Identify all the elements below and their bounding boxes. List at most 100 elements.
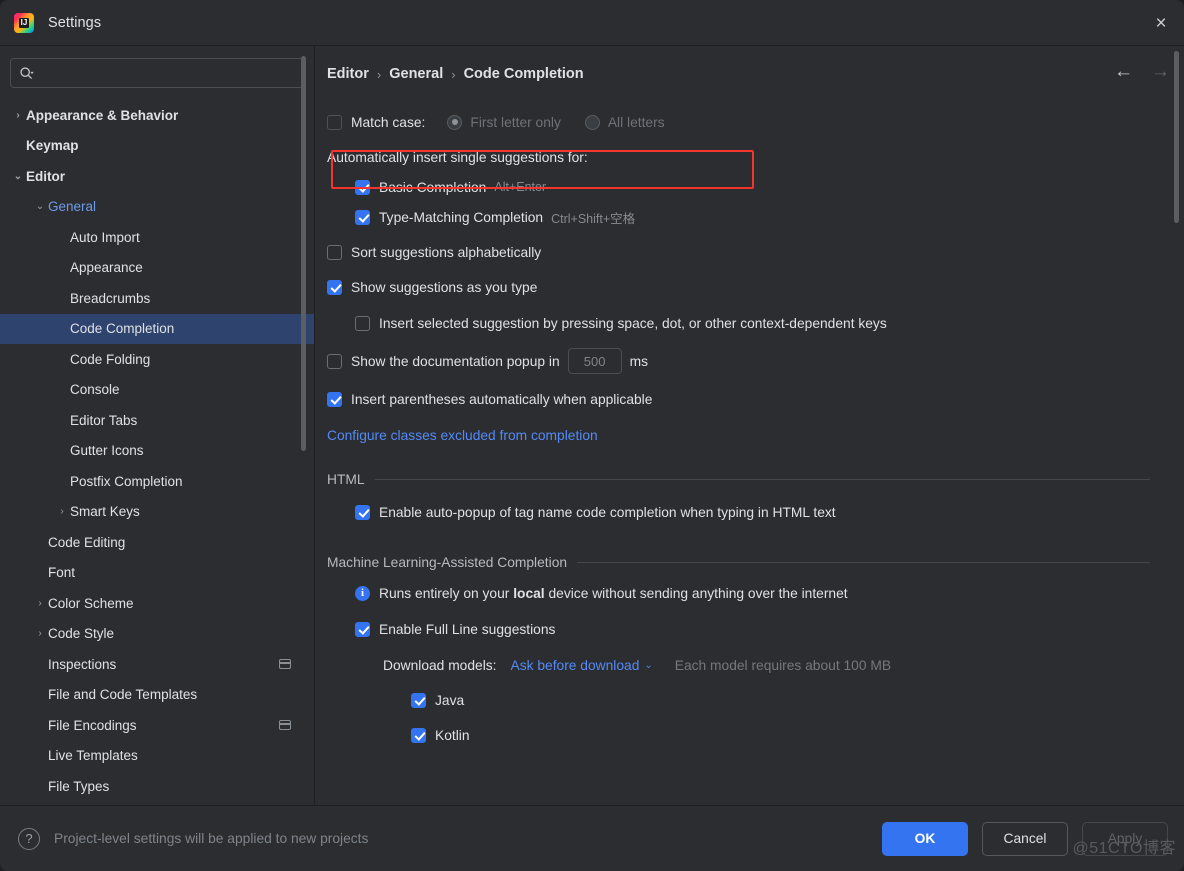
sidebar-item-font[interactable]: ›Font (0, 558, 315, 589)
full-line-label: Enable Full Line suggestions (379, 621, 556, 637)
apply-button[interactable]: Apply (1082, 821, 1168, 856)
language-java-row[interactable]: Java (411, 685, 1184, 715)
basic-completion-checkbox[interactable] (355, 179, 370, 195)
doc-popup-delay-input[interactable] (567, 348, 622, 374)
configure-excluded-link[interactable]: Configure classes excluded from completi… (327, 428, 598, 443)
sidebar-item-color-scheme[interactable]: › Color Scheme (0, 588, 315, 619)
show-as-you-type-checkbox[interactable] (327, 279, 342, 295)
sidebar-item-smart-keys[interactable]: › Smart Keys (0, 497, 315, 528)
sidebar-item-label: Code Folding (70, 351, 151, 367)
java-checkbox[interactable] (411, 692, 426, 708)
insert-selected-row[interactable]: Insert selected suggestion by pressing s… (355, 308, 1184, 338)
match-case-label: Match case: (351, 114, 426, 130)
sidebar-item-inspections[interactable]: ›Inspections (0, 649, 315, 680)
content-scrollbar[interactable] (1174, 51, 1179, 223)
sort-alphabetically-row[interactable]: Sort suggestions alphabetically (327, 237, 1184, 267)
radio-first-letter-only[interactable] (447, 114, 463, 130)
search-icon (19, 66, 34, 81)
sidebar-item-file-types[interactable]: ›File Types (0, 771, 315, 802)
sidebar-item-postfix-completion[interactable]: ›Postfix Completion (0, 466, 315, 497)
download-models-row: Download models: Ask before download ⌄ E… (383, 650, 1184, 680)
close-icon[interactable]: × (1138, 0, 1184, 46)
chevron-right-icon[interactable]: › (54, 506, 70, 517)
match-case-all-letters-option[interactable]: All letters (584, 114, 665, 130)
search-input[interactable] (38, 64, 296, 82)
download-models-dropdown[interactable]: Ask before download ⌄ (511, 658, 653, 673)
chevron-right-icon[interactable]: › (10, 110, 26, 121)
sidebar-item-appearance[interactable]: ›Appearance (0, 253, 315, 284)
match-case-row: Match case: First letter only All letter… (327, 106, 1184, 138)
match-case-checkbox[interactable] (327, 114, 342, 130)
language-kotlin-row[interactable]: Kotlin (411, 720, 1184, 750)
sidebar-item-label: Gutter Icons (70, 443, 144, 459)
html-auto-popup-label: Enable auto-popup of tag name code compl… (379, 504, 836, 520)
doc-popup-label: Show the documentation popup in (351, 353, 560, 369)
sidebar-item-label: Breadcrumbs (70, 290, 151, 306)
html-section-title: HTML (327, 472, 365, 487)
sidebar-item-code-completion[interactable]: ›Code Completion (0, 313, 315, 344)
sidebar-item-label: Inspections (48, 656, 117, 672)
back-arrow-icon[interactable]: ← (1114, 62, 1133, 81)
sidebar-item-label: File and Code Templates (48, 687, 198, 703)
sidebar-item-appearance-behavior[interactable]: › Appearance & Behavior (0, 100, 315, 131)
section-divider (577, 562, 1150, 563)
doc-popup-checkbox[interactable] (327, 353, 342, 369)
chevron-down-icon[interactable]: ⌄ (32, 201, 48, 212)
sidebar-item-live-templates[interactable]: ›Live Templates (0, 741, 315, 772)
sidebar-item-label: Appearance & Behavior (26, 107, 179, 123)
breadcrumb-separator: › (376, 66, 382, 82)
cancel-button[interactable]: Cancel (982, 821, 1068, 856)
breadcrumb-item-code-completion: Code Completion (463, 66, 584, 82)
sidebar-item-auto-import[interactable]: ›Auto Import (0, 222, 315, 253)
sort-alphabetically-label: Sort suggestions alphabetically (351, 244, 542, 260)
sidebar-item-breadcrumbs[interactable]: ›Breadcrumbs (0, 283, 315, 314)
sidebar-item-console[interactable]: ›Console (0, 375, 315, 406)
chevron-right-icon[interactable]: › (32, 628, 48, 639)
java-label: Java (435, 692, 465, 708)
match-case-first-letter-option[interactable]: First letter only (447, 114, 561, 130)
full-line-row[interactable]: Enable Full Line suggestions (355, 614, 1184, 644)
settings-content: Editor › General › Code Completion ← → M… (315, 46, 1184, 805)
chevron-right-icon[interactable]: › (32, 598, 48, 609)
sidebar-item-code-editing[interactable]: ›Code Editing (0, 527, 315, 558)
sidebar-item-file-and-code-templates[interactable]: ›File and Code Templates (0, 680, 315, 711)
breadcrumb-item-editor[interactable]: Editor (327, 66, 369, 82)
settings-sidebar: ›Appearance & Behavior›Keymap⌄Editor⌄Gen… (0, 46, 315, 805)
help-icon[interactable]: ? (18, 827, 40, 850)
section-divider (374, 479, 1150, 480)
type-matching-completion-checkbox[interactable] (355, 209, 370, 225)
sidebar-item-code-folding[interactable]: ›Code Folding (0, 344, 315, 375)
chevron-down-icon[interactable]: ⌄ (10, 171, 26, 182)
insert-selected-checkbox[interactable] (355, 315, 370, 331)
ok-button[interactable]: OK (882, 821, 968, 856)
basic-completion-row[interactable]: Basic Completion Alt+Enter (355, 172, 1184, 202)
insert-parentheses-row[interactable]: Insert parentheses automatically when ap… (327, 384, 1184, 414)
radio-all-letters[interactable] (584, 114, 600, 130)
show-as-you-type-row[interactable]: Show suggestions as you type (327, 272, 1184, 302)
sidebar-item-editor-tabs[interactable]: ›Editor Tabs (0, 405, 315, 436)
kotlin-checkbox[interactable] (411, 727, 426, 743)
sidebar-scrollbar[interactable] (301, 56, 306, 451)
sidebar-item-file-encodings[interactable]: ›File Encodings (0, 710, 315, 741)
type-matching-completion-row[interactable]: Type-Matching Completion Ctrl+Shift+空格 (355, 202, 1184, 232)
ml-info-after: device without sending anything over the… (544, 585, 848, 601)
sidebar-item-code-style[interactable]: › Code Style (0, 619, 315, 650)
download-models-note: Each model requires about 100 MB (674, 657, 892, 673)
doc-popup-unit: ms (629, 353, 649, 369)
search-box[interactable] (10, 58, 305, 88)
sort-alphabetically-checkbox[interactable] (327, 244, 342, 260)
insert-parentheses-checkbox[interactable] (327, 391, 342, 407)
forward-arrow-icon[interactable]: → (1151, 62, 1170, 81)
html-auto-popup-row[interactable]: Enable auto-popup of tag name code compl… (355, 497, 1184, 527)
sidebar-item-keymap[interactable]: ›Keymap (0, 131, 315, 162)
doc-popup-row[interactable]: Show the documentation popup in ms (327, 346, 1184, 376)
sidebar-item-gutter-icons[interactable]: ›Gutter Icons (0, 436, 315, 467)
sidebar-item-label: Postfix Completion (70, 473, 183, 489)
sidebar-item-editor[interactable]: ⌄ Editor (0, 161, 315, 192)
full-line-checkbox[interactable] (355, 621, 370, 637)
ml-section-title: Machine Learning-Assisted Completion (327, 555, 568, 570)
sidebar-item-general[interactable]: ⌄ General (0, 192, 315, 223)
html-auto-popup-checkbox[interactable] (355, 504, 370, 520)
breadcrumb-item-general[interactable]: General (389, 66, 443, 82)
sidebar-item-label: Console (70, 382, 120, 398)
